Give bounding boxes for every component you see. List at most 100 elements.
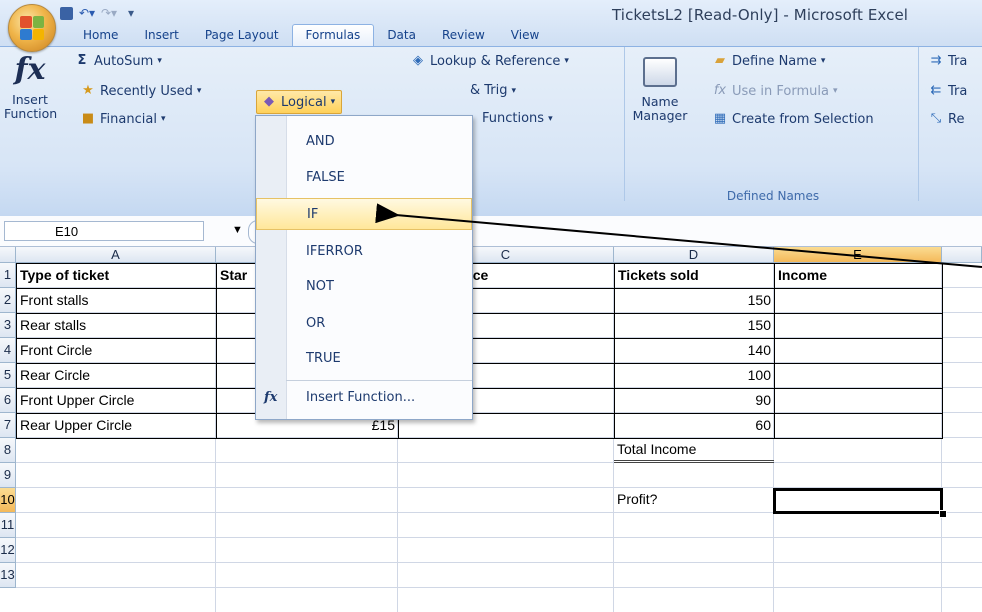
chevron-down-icon[interactable]: ▼	[232, 224, 243, 236]
chevron-down-icon: ▾	[157, 56, 162, 66]
row-header[interactable]: 7	[0, 413, 16, 438]
cell-a3[interactable]: Rear stalls	[16, 313, 217, 339]
cell-d2[interactable]: 150	[614, 288, 775, 314]
column-header-a[interactable]: A	[16, 247, 216, 263]
row-header[interactable]: 10	[0, 488, 16, 513]
logical-icon: ◆	[264, 94, 274, 109]
logical-button[interactable]: ◆ Logical ▾	[256, 90, 343, 114]
cell-e4[interactable]	[774, 338, 943, 364]
lookup-reference-button[interactable]: ◈ Lookup & Reference ▾	[410, 53, 569, 69]
cell-a2[interactable]: Front stalls	[16, 288, 217, 314]
cell-a6[interactable]: Front Upper Circle	[16, 388, 217, 414]
name-manager-icon	[643, 57, 677, 87]
cell-d3[interactable]: 150	[614, 313, 775, 339]
chevron-down-icon: ▾	[511, 85, 517, 96]
menu-item-true[interactable]: TRUE	[256, 343, 472, 375]
tab-page-layout[interactable]: Page Layout	[192, 25, 292, 46]
cell-d7[interactable]: 60	[614, 413, 775, 439]
cell-e7[interactable]	[774, 413, 943, 439]
fx-icon: fx	[264, 390, 278, 405]
ribbon-tabs: Home Insert Page Layout Formulas Data Re…	[70, 24, 552, 46]
trace-icon: ⇇	[930, 83, 942, 98]
undo-icon[interactable]: ↶▾	[79, 5, 95, 21]
recently-used-button[interactable]: ★ Recently Used ▾	[80, 83, 201, 99]
define-name-button[interactable]: ▰ Define Name ▾	[712, 53, 825, 69]
cell-a1[interactable]: Type of ticket	[16, 263, 217, 289]
use-in-formula-button[interactable]: fx Use in Formula ▾	[712, 83, 838, 99]
financial-button[interactable]: ■ Financial ▾	[80, 111, 166, 127]
cell-d5[interactable]: 100	[614, 363, 775, 389]
remove-arrows-button[interactable]: ⤡ Re	[928, 111, 965, 127]
menu-item-not[interactable]: NOT	[256, 271, 472, 303]
create-from-selection-button[interactable]: ▦ Create from Selection	[712, 111, 874, 127]
cell-e1[interactable]: Income	[774, 263, 943, 289]
tab-formulas[interactable]: Formulas	[291, 24, 375, 46]
insert-function-button[interactable]: fx Insert Function	[4, 55, 57, 121]
group-divider	[624, 47, 625, 201]
cell-d6[interactable]: 90	[614, 388, 775, 414]
tab-data[interactable]: Data	[374, 25, 429, 46]
tab-home[interactable]: Home	[70, 25, 131, 46]
office-button[interactable]	[8, 4, 56, 52]
row-header[interactable]: 5	[0, 363, 16, 388]
row-header[interactable]: 3	[0, 313, 16, 338]
column-header-d[interactable]: D	[614, 247, 774, 263]
menu-item-false[interactable]: FALSE	[256, 162, 472, 194]
cell-d4[interactable]: 140	[614, 338, 775, 364]
more-functions-button[interactable]: Functions ▾	[482, 111, 553, 126]
cell-e5[interactable]	[774, 363, 943, 389]
tab-insert[interactable]: Insert	[131, 25, 191, 46]
selected-cell-e10[interactable]	[773, 488, 943, 514]
cell-a4[interactable]: Front Circle	[16, 338, 217, 364]
row-header[interactable]: 9	[0, 463, 16, 488]
autosum-button[interactable]: Σ AutoSum ▾	[74, 53, 162, 69]
customize-qat-icon[interactable]: ▾	[123, 5, 139, 21]
menu-item-and[interactable]: AND	[256, 126, 472, 158]
menu-item-iferror[interactable]: IFERROR	[256, 236, 472, 268]
cell-a5[interactable]: Rear Circle	[16, 363, 217, 389]
name-box[interactable]: E10	[4, 221, 204, 241]
column-header-f[interactable]	[942, 247, 982, 263]
cell-e3[interactable]	[774, 313, 943, 339]
cell-d1[interactable]: Tickets sold	[614, 263, 775, 289]
fill-handle[interactable]	[939, 510, 947, 518]
tab-view[interactable]: View	[498, 25, 552, 46]
chevron-down-icon: ▾	[196, 86, 202, 96]
name-manager-button[interactable]: Name Manager	[632, 57, 688, 123]
row-header[interactable]: 1	[0, 263, 16, 288]
cell-e6[interactable]	[774, 388, 943, 414]
formula-bar: E10 ▼	[0, 216, 982, 247]
redo-icon[interactable]: ↷▾	[101, 5, 117, 21]
trace-icon: ⇉	[930, 53, 942, 68]
lookup-icon: ◈	[413, 53, 423, 68]
tab-review[interactable]: Review	[429, 25, 498, 46]
financial-icon: ■	[81, 111, 95, 126]
cell-a7[interactable]: Rear Upper Circle	[16, 413, 217, 439]
menu-item-or[interactable]: OR	[256, 308, 472, 340]
group-label-defined-names: Defined Names	[726, 189, 820, 203]
title-bar: ↶▾ ↷▾ ▾ TicketsL2 [Read-Only] - Microsof…	[0, 0, 982, 46]
row-header[interactable]: 13	[0, 563, 16, 588]
row-header[interactable]: 2	[0, 288, 16, 313]
star-book-icon: ★	[82, 83, 94, 98]
trace-precedents-button[interactable]: ⇉ Tra	[928, 53, 968, 69]
cell-d8[interactable]: Total Income	[614, 438, 774, 463]
row-header[interactable]: 8	[0, 438, 16, 463]
column-header-e[interactable]: E	[774, 247, 942, 263]
chevron-down-icon: ▾	[548, 113, 553, 124]
row-header[interactable]: 4	[0, 338, 16, 363]
window-title: TicketsL2 [Read-Only] - Microsoft Excel	[612, 6, 909, 24]
sigma-icon: Σ	[77, 53, 87, 68]
math-trig-button[interactable]: & Trig ▾	[470, 83, 516, 98]
menu-item-insert-function[interactable]: fx Insert Function...	[256, 382, 472, 414]
group-divider	[918, 47, 919, 201]
cell-e2[interactable]	[774, 288, 943, 314]
row-header[interactable]: 6	[0, 388, 16, 413]
select-all-corner[interactable]	[0, 247, 16, 263]
cell-d10[interactable]: Profit?	[614, 488, 774, 513]
trace-dependents-button[interactable]: ⇇ Tra	[928, 83, 968, 99]
row-header[interactable]: 11	[0, 513, 16, 538]
row-header[interactable]: 12	[0, 538, 16, 563]
menu-item-if[interactable]: IF	[256, 198, 472, 230]
save-icon[interactable]	[60, 6, 73, 20]
